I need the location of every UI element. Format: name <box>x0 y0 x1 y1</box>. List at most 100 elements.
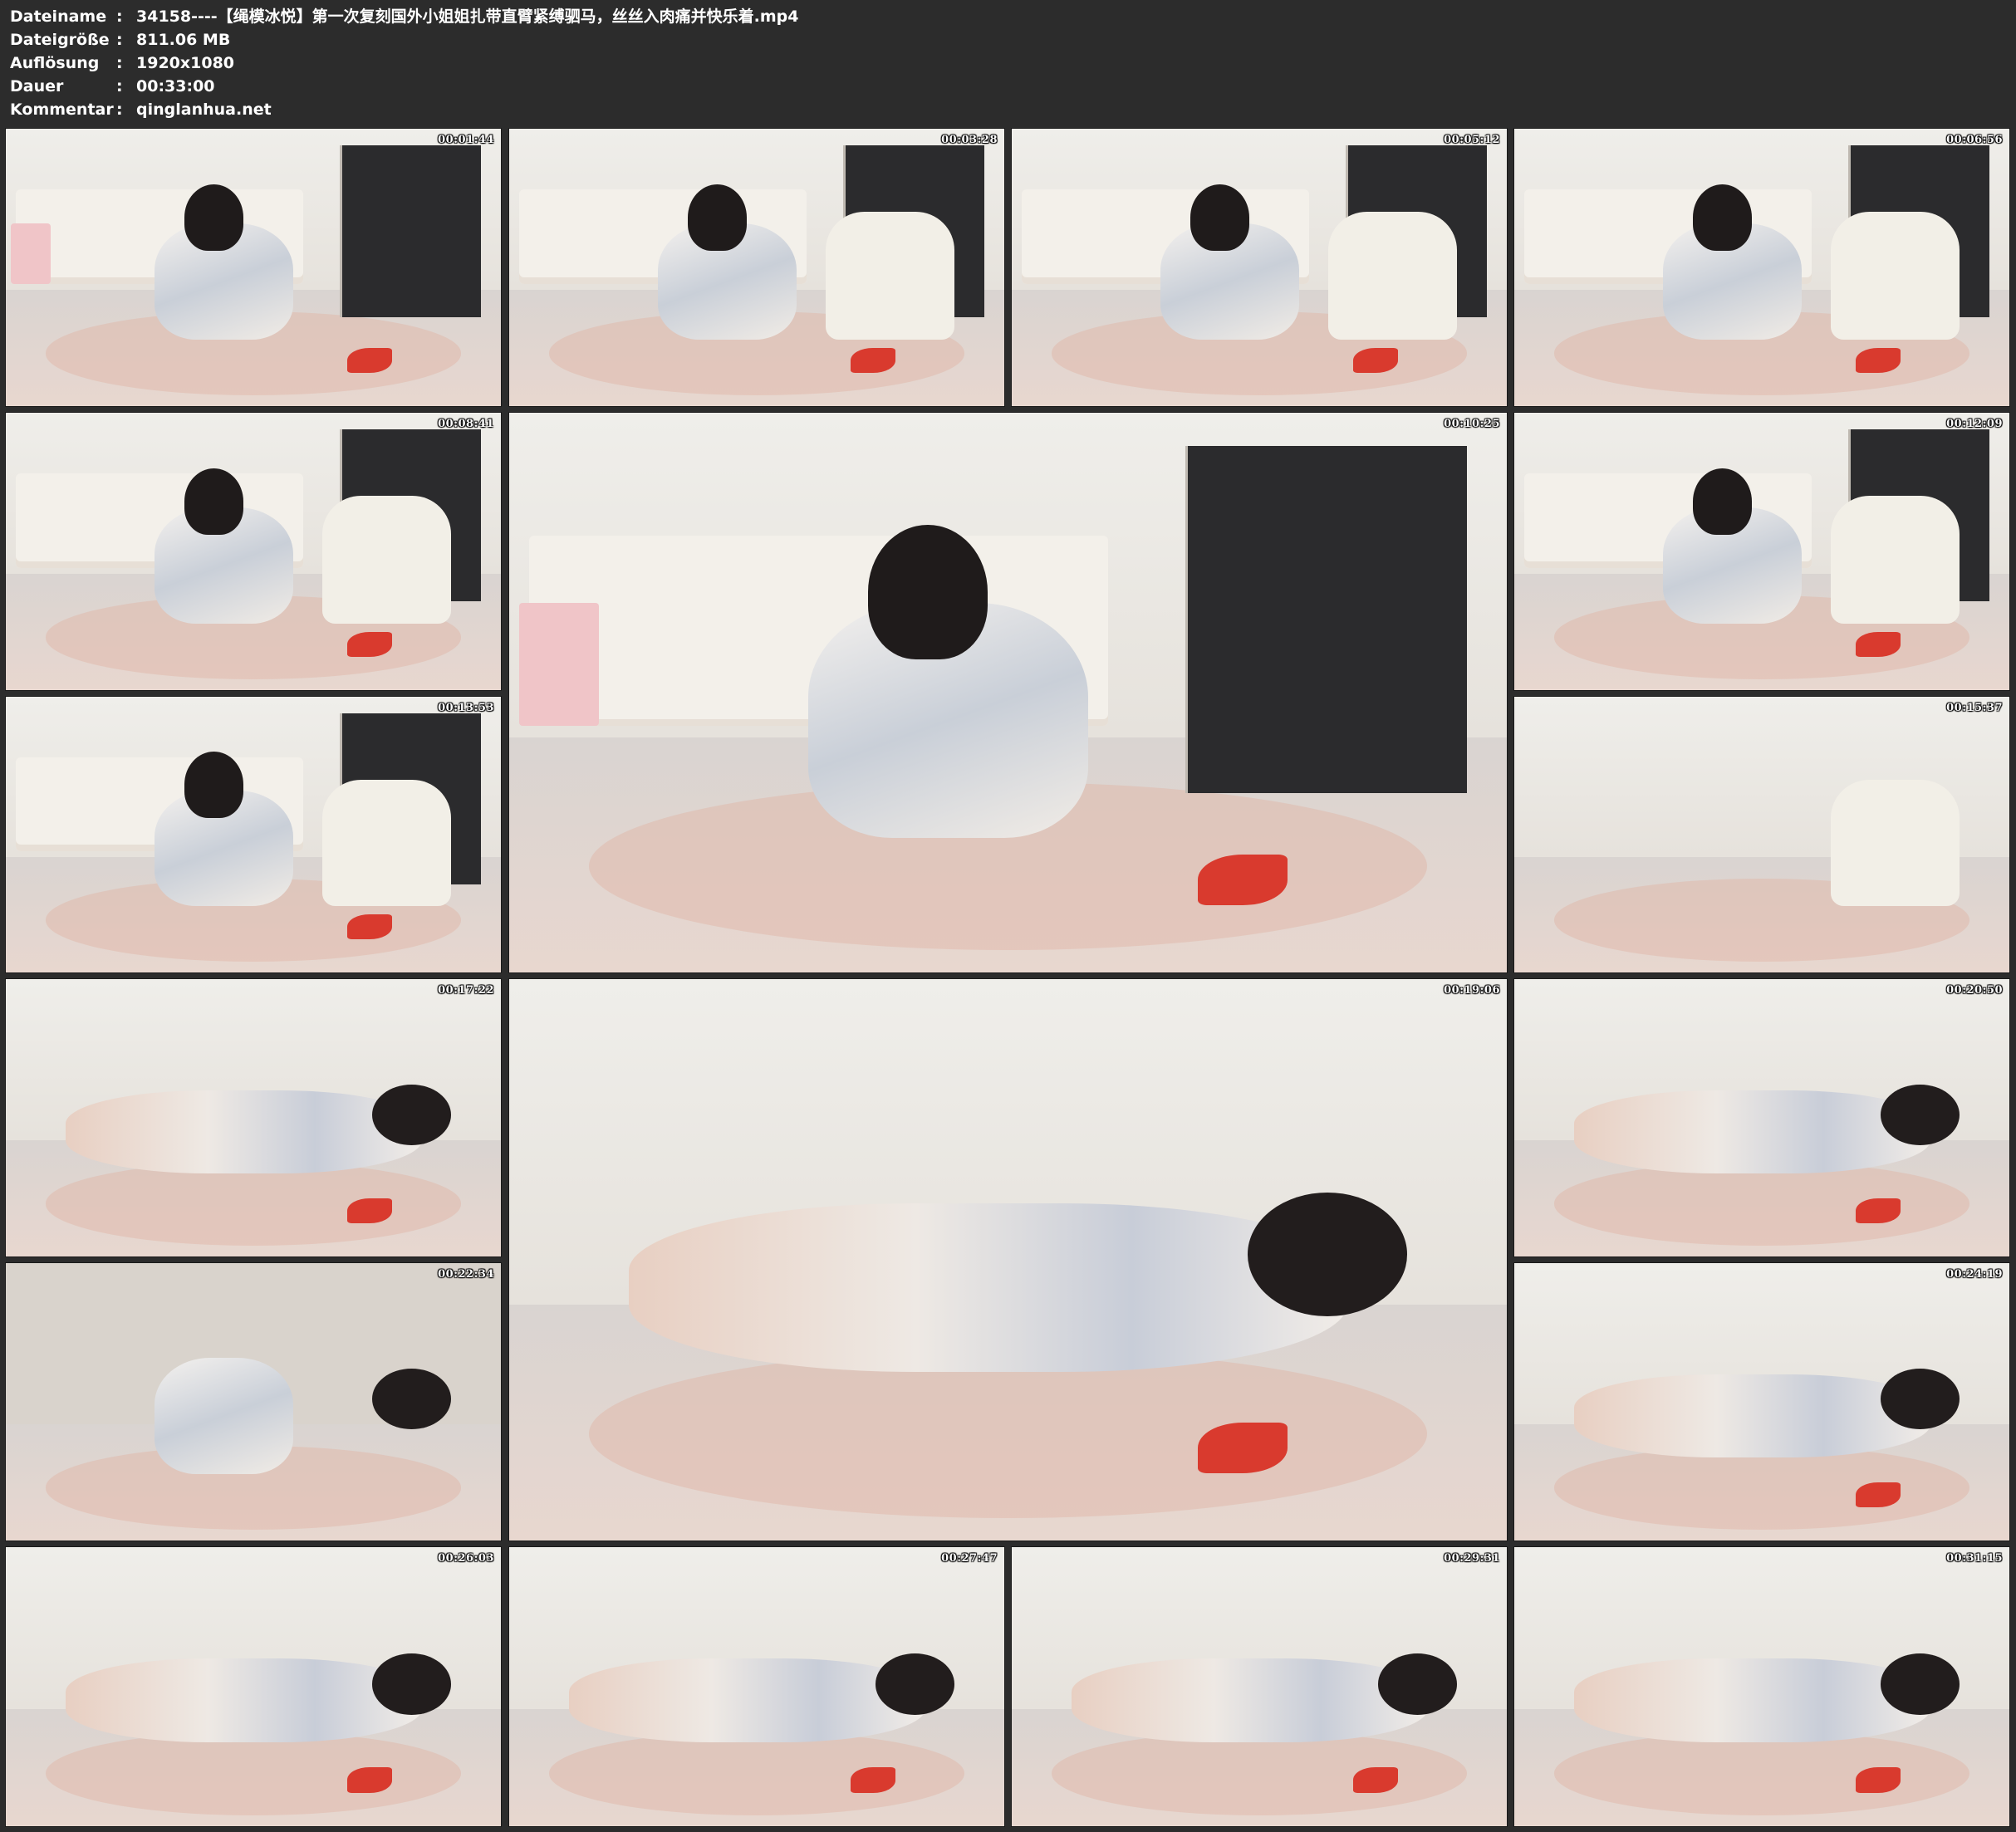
timestamp-label: 00:05:12 <box>1444 134 1500 146</box>
thumbnail-frame[interactable]: 00:08:41 <box>5 412 502 691</box>
meta-label: Dateiname <box>10 7 107 26</box>
thumbnail-frame[interactable]: 00:01:44 <box>5 128 502 407</box>
timestamp-label: 00:06:56 <box>1946 134 2003 146</box>
scene-jacket <box>1831 496 1960 624</box>
scene-shoe <box>347 1198 392 1223</box>
meta-row-filename: Dateiname : 34158----【绳模冰悦】第一次复刻国外小姐姐扎带直… <box>10 5 2004 28</box>
timestamp-label: 00:10:25 <box>1444 418 1500 430</box>
meta-separator: : <box>116 31 123 49</box>
timestamp-label: 00:03:28 <box>941 134 998 146</box>
scene-shoe <box>1197 855 1288 906</box>
scene-shoe <box>1353 1767 1398 1793</box>
thumbnail-frame[interactable]: 00:12:09 <box>1513 412 2010 691</box>
scene-hair <box>1692 468 1753 535</box>
scene-shoe <box>347 631 392 657</box>
scene-lie-figure <box>1573 1658 1930 1743</box>
scene-shoe <box>1856 631 1901 657</box>
scene-lie-figure <box>1573 1374 1930 1457</box>
scene-rug <box>1051 1731 1468 1815</box>
scene-rug <box>1553 1731 1970 1815</box>
thumbnail-frame[interactable]: 00:29:31 <box>1011 1546 1508 1827</box>
thumbnail-frame[interactable]: 00:31:15 <box>1513 1546 2010 1827</box>
thumbnail-frame[interactable]: 00:17:22 <box>5 978 502 1257</box>
scene-lie-figure <box>568 1658 925 1743</box>
thumbnail-frame[interactable]: 00:27:47 <box>508 1546 1005 1827</box>
scene-rug <box>589 1350 1427 1518</box>
meta-label: Dateigröße <box>10 31 110 49</box>
scene-hair <box>184 752 244 819</box>
scene-lie-figure <box>65 1090 422 1173</box>
thumbnail-frame[interactable]: 00:13:53 <box>5 696 502 973</box>
scene-shoe <box>347 914 392 940</box>
scene-lie-hair <box>876 1653 955 1715</box>
scene-shoe <box>1197 1423 1288 1473</box>
meta-value: 34158----【绳模冰悦】第一次复刻国外小姐姐扎带直臂紧缚驷马，丝丝入肉痛并… <box>136 7 799 26</box>
scene-hair <box>868 524 988 659</box>
scene-lie-hair <box>372 1653 452 1715</box>
scene-hair <box>184 468 244 535</box>
thumbnail-frame[interactable]: 00:26:03 <box>5 1546 502 1827</box>
scene-jacket <box>1328 212 1458 340</box>
thumbnail-frame[interactable]: 00:22:34 <box>5 1262 502 1541</box>
meta-separator: : <box>116 54 123 72</box>
scene-lie-hair <box>1378 1653 1458 1715</box>
timestamp-label: 00:08:41 <box>438 418 494 430</box>
scene-shoe <box>851 347 895 373</box>
scene-jacket <box>322 496 452 624</box>
scene-lie-hair <box>372 1368 452 1430</box>
meta-row-comment: Kommentar : qinglanhua.net <box>10 98 2004 121</box>
scene-jacket <box>322 779 452 907</box>
timestamp-label: 00:27:47 <box>941 1552 998 1565</box>
scene-rug <box>1553 1446 1970 1530</box>
thumbnail-frame[interactable]: 00:24:19 <box>1513 1262 2010 1541</box>
scene-shoe <box>347 347 392 373</box>
meta-label: Auflösung <box>10 54 100 72</box>
thumbnail-frame[interactable]: 00:06:56 <box>1513 128 2010 407</box>
timestamp-label: 00:20:50 <box>1946 984 2003 997</box>
timestamp-label: 00:24:19 <box>1946 1268 2003 1281</box>
thumbnail-frame[interactable]: 00:20:50 <box>1513 978 2010 1257</box>
meta-separator: : <box>116 77 123 96</box>
scene-shoe <box>1856 1198 1901 1223</box>
thumbnail-frame[interactable]: 00:05:12 <box>1011 128 1508 407</box>
scene-shoe <box>1856 347 1901 373</box>
scene-lie-hair <box>1247 1192 1407 1316</box>
timestamp-label: 00:01:44 <box>438 134 494 146</box>
scene-rug <box>1553 1162 1970 1246</box>
timestamp-label: 00:17:22 <box>438 984 494 997</box>
scene-sofa-pink <box>519 603 600 727</box>
meta-value: 1920x1080 <box>136 54 235 72</box>
thumbnail-frame-large[interactable]: 00:19:06 <box>508 978 1508 1541</box>
meta-value: qinglanhua.net <box>136 100 272 119</box>
meta-value: 811.06 MB <box>136 31 231 49</box>
file-info-header: Dateiname : 34158----【绳模冰悦】第一次复刻国外小姐姐扎带直… <box>10 5 2004 121</box>
thumbnail-frame[interactable]: 00:15:37 <box>1513 696 2010 973</box>
scene-rug <box>45 1731 462 1815</box>
thumbnail-frame[interactable]: 00:03:28 <box>508 128 1005 407</box>
scene-door <box>1185 446 1467 794</box>
timestamp-label: 00:31:15 <box>1946 1552 2003 1565</box>
scene-lie-figure <box>65 1658 422 1743</box>
thumbnail-frame-large[interactable]: 00:10:25 <box>508 412 1508 973</box>
scene-shoe <box>1856 1767 1901 1793</box>
scene-lie-figure <box>1071 1658 1428 1743</box>
scene-figure <box>154 1357 293 1474</box>
scene-rug <box>548 1731 965 1815</box>
timestamp-label: 00:12:09 <box>1946 418 2003 430</box>
scene-hair <box>1692 184 1753 251</box>
meta-row-resolution: Auflösung : 1920x1080 <box>10 51 2004 75</box>
scene-lie-figure <box>629 1203 1347 1373</box>
scene-hair <box>184 184 244 251</box>
meta-label: Dauer <box>10 77 64 96</box>
timestamp-label: 00:15:37 <box>1946 702 2003 714</box>
timestamp-label: 00:22:34 <box>438 1268 494 1281</box>
scene-lie-hair <box>1881 1653 1960 1715</box>
timestamp-label: 00:13:53 <box>438 702 494 714</box>
timestamp-label: 00:26:03 <box>438 1552 494 1565</box>
scene-shoe <box>1353 347 1398 373</box>
meta-label: Kommentar <box>10 100 114 119</box>
meta-separator: : <box>116 7 123 26</box>
meta-row-filesize: Dateigröße : 811.06 MB <box>10 28 2004 51</box>
timestamp-label: 00:29:31 <box>1444 1552 1500 1565</box>
meta-separator: : <box>116 100 123 119</box>
